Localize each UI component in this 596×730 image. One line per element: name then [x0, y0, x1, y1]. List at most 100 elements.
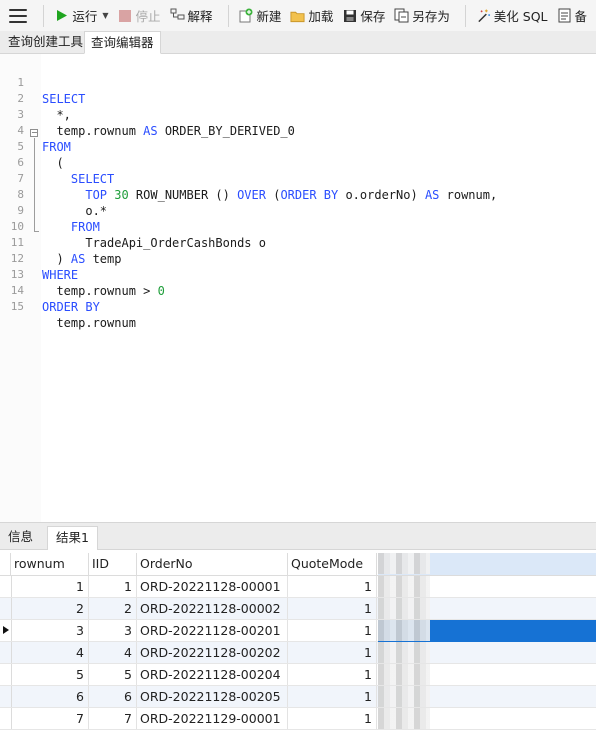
cell-rownum[interactable]: 7 [11, 708, 89, 729]
column-header-quotemode[interactable]: QuoteMode [288, 553, 377, 575]
save-button[interactable]: 保存 [342, 6, 385, 25]
table-row[interactable]: 6 6 ORD-20221128-00205 1 [0, 686, 596, 708]
code-line: 5 ( [0, 123, 596, 170]
save-icon [342, 8, 357, 23]
sql-editor[interactable]: − 1 SELECT 2 *, 3 temp.rownum AS ORDER_B… [0, 54, 596, 522]
table-row[interactable]: 4 4 ORD-20221128-00202 1 [0, 642, 596, 664]
code-line: 2 *, [0, 75, 596, 122]
code-line: 15 temp.rownum [0, 283, 596, 330]
toolbar-separator [464, 4, 466, 27]
cell-orderno[interactable]: ORD-20221129-00001 [137, 708, 288, 729]
table-row[interactable]: 7 7 ORD-20221129-00001 1 [0, 708, 596, 730]
code-line: 14 ORDER BY [0, 267, 596, 314]
run-button[interactable]: 运行 ▼ [54, 6, 109, 25]
table-row[interactable]: 2 2 ORD-20221128-00002 1 [0, 598, 596, 620]
cell-orderno[interactable]: ORD-20221128-00205 [137, 686, 288, 707]
cell-iid[interactable]: 6 [89, 686, 137, 707]
code-line: 6 SELECT [0, 139, 596, 186]
redacted-area [378, 598, 430, 619]
cell-rownum[interactable]: 1 [11, 576, 89, 597]
code-line: 3 temp.rownum AS ORDER_BY_DERIVED_0 [0, 91, 596, 138]
line-number: 15 [10, 300, 24, 313]
play-icon [54, 8, 69, 23]
code-line: 11 ) AS temp [0, 219, 596, 266]
cell-rownum[interactable]: 6 [11, 686, 89, 707]
cell-quotemode[interactable]: 1 [288, 686, 377, 707]
table-row[interactable]: 3 3 ORD-20221128-00201 1 [0, 620, 596, 642]
beautify-sql-label: 美化 SQL [493, 9, 548, 24]
cell-orderno[interactable]: ORD-20221128-00202 [137, 642, 288, 663]
run-label: 运行 [72, 9, 98, 24]
new-query-icon [238, 8, 253, 23]
tab-query-editor[interactable]: 查询编辑器 [84, 31, 161, 54]
cell-orderno[interactable]: ORD-20221128-00204 [137, 664, 288, 685]
explain-button[interactable]: 解释 [170, 6, 213, 25]
result-grid[interactable]: rownum IID OrderNo QuoteMode 1 1 ORD-20221… [0, 553, 596, 730]
redacted-area [378, 553, 430, 574]
editor-tabs: 查询创建工具 查询编辑器 [0, 31, 596, 54]
folder-icon [290, 8, 305, 23]
cell-quotemode[interactable]: 1 [288, 620, 377, 641]
backup-label: 备 [574, 9, 588, 24]
column-header-orderno[interactable]: OrderNo [137, 553, 288, 575]
new-label: 新建 [256, 9, 282, 24]
cell-orderno[interactable]: ORD-20221128-00001 [137, 576, 288, 597]
redacted-area [378, 576, 430, 597]
cell-orderno[interactable]: ORD-20221128-00201 [137, 620, 288, 641]
cell-quotemode[interactable]: 1 [288, 664, 377, 685]
save-as-button[interactable]: 另存为 [394, 6, 450, 25]
cell-quotemode[interactable]: 1 [288, 642, 377, 663]
redacted-area [378, 664, 430, 685]
column-header-rownum[interactable]: rownum [11, 553, 89, 575]
cell-rownum[interactable]: 2 [11, 598, 89, 619]
cell-orderno[interactable]: ORD-20221128-00002 [137, 598, 288, 619]
cell-quotemode[interactable]: 1 [288, 598, 377, 619]
explain-label: 解释 [187, 9, 213, 24]
table-row[interactable]: 5 5 ORD-20221128-00204 1 [0, 664, 596, 686]
magic-wand-icon [476, 8, 491, 23]
redacted-area [378, 642, 430, 663]
code-line: 8 o.* [0, 171, 596, 218]
menu-icon[interactable] [9, 7, 28, 25]
code-line: 4 FROM [0, 107, 596, 154]
cell-quotemode[interactable]: 1 [288, 708, 377, 729]
redacted-area [378, 620, 430, 641]
toolbar-separator [43, 4, 45, 27]
run-dropdown-icon[interactable]: ▼ [102, 11, 108, 20]
tab-query-builder[interactable]: 查询创建工具 [2, 31, 89, 53]
code-line: 12 WHERE [0, 235, 596, 282]
tab-messages[interactable]: 信息 [0, 526, 41, 548]
code-line: 9 FROM [0, 187, 596, 234]
tab-result-1[interactable]: 结果1 [47, 526, 98, 550]
document-icon [557, 8, 572, 23]
code-line: 1 SELECT [0, 59, 596, 106]
table-row[interactable]: 1 1 ORD-20221128-00001 1 [0, 576, 596, 598]
beautify-sql-button[interactable]: 美化 SQL [476, 6, 548, 25]
backup-button[interactable]: 备 [557, 6, 588, 25]
cell-iid[interactable]: 7 [89, 708, 137, 729]
save-as-icon [394, 8, 409, 23]
cell-iid[interactable]: 5 [89, 664, 137, 685]
save-label: 保存 [360, 9, 386, 24]
stop-button[interactable]: 停止 [118, 6, 161, 25]
code-line: 13 temp.rownum > 0 [0, 251, 596, 298]
row-header-corner [0, 553, 11, 575]
stop-icon [118, 8, 133, 23]
cell-rownum[interactable]: 5 [11, 664, 89, 685]
cell-iid[interactable]: 2 [89, 598, 137, 619]
cell-iid[interactable]: 3 [89, 620, 137, 641]
toolbar-separator [227, 4, 229, 27]
cell-rownum[interactable]: 4 [11, 642, 89, 663]
code-line: 7 TOP 30 ROW_NUMBER () OVER (ORDER BY o.… [0, 155, 596, 202]
redacted-area [378, 708, 430, 729]
code-area[interactable]: 1 SELECT 2 *, 3 temp.rownum AS ORDER_BY_… [0, 59, 596, 330]
column-header-iid[interactable]: IID [89, 553, 137, 575]
new-button[interactable]: 新建 [238, 6, 281, 25]
cell-quotemode[interactable]: 1 [288, 576, 377, 597]
cell-iid[interactable]: 4 [89, 642, 137, 663]
save-as-label: 另存为 [412, 9, 450, 24]
load-label: 加载 [308, 9, 334, 24]
load-button[interactable]: 加载 [290, 6, 333, 25]
cell-rownum[interactable]: 3 [11, 620, 89, 641]
cell-iid[interactable]: 1 [89, 576, 137, 597]
